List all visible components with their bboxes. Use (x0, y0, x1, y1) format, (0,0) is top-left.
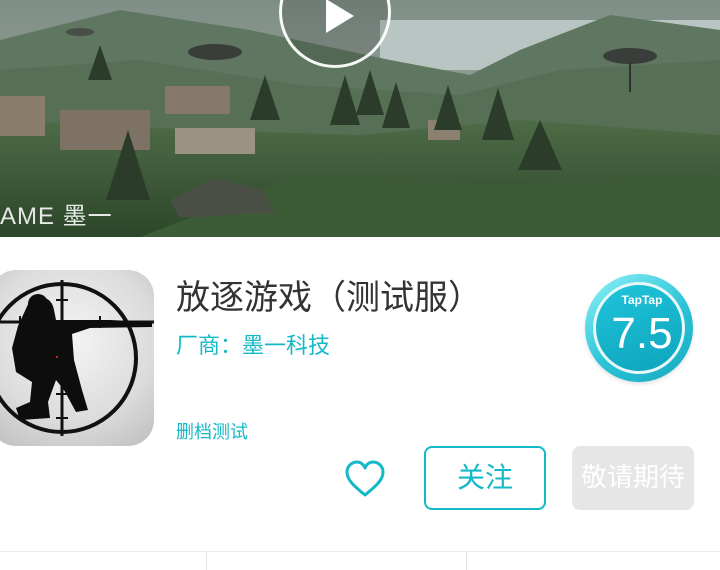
hero-video-banner[interactable]: AME 墨一 (0, 0, 720, 237)
tab-bar-divider (0, 551, 720, 552)
tab-separator (206, 552, 207, 570)
taptap-rating-badge: TapTap 7.5 (585, 274, 693, 382)
play-icon (326, 0, 354, 33)
heart-icon (345, 460, 385, 497)
app-icon (0, 270, 154, 446)
vendor-link[interactable]: 厂商：墨一科技 (176, 328, 330, 360)
sniper-soldier-icon (0, 280, 154, 436)
app-title: 放逐游戏（测试服） (176, 278, 482, 318)
coming-soon-button: 敬请期待 (572, 446, 694, 510)
favorite-button[interactable] (344, 460, 386, 498)
rating-brand: TapTap (621, 293, 663, 307)
status-tag[interactable]: 删档测试 (176, 418, 248, 444)
follow-button[interactable]: 关注 (424, 446, 546, 510)
tab-separator (466, 552, 467, 570)
rating-inner-circle: TapTap 7.5 (593, 282, 685, 374)
rating-score: 7.5 (611, 309, 673, 358)
hero-watermark: AME 墨一 (0, 203, 113, 230)
